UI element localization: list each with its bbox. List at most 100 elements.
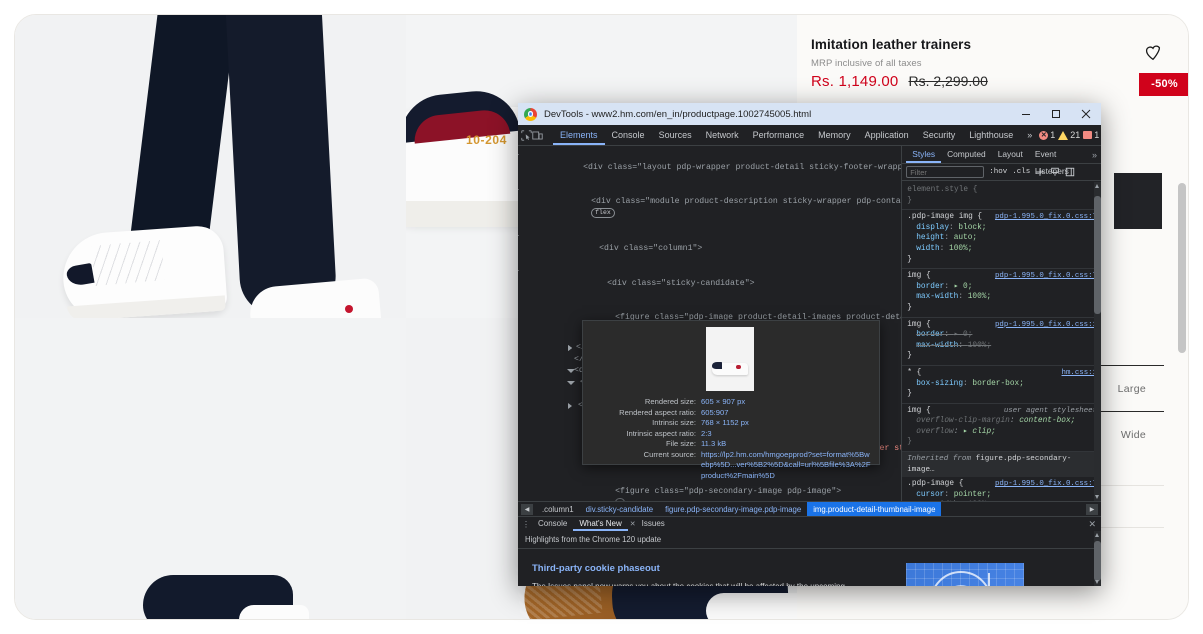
- tab-event-listeners[interactable]: Event Listeners: [1029, 146, 1092, 176]
- breadcrumb-item-sticky-candidate[interactable]: div.sticky-candidate: [580, 502, 659, 516]
- devtools-toolbar: Elements Console Sources Network Perform…: [518, 125, 1101, 146]
- tab-network[interactable]: Network: [699, 125, 746, 145]
- css-declaration[interactable]: overflow-clip-margin: content-box;: [907, 416, 1097, 427]
- css-declaration[interactable]: display: block;: [907, 223, 1097, 234]
- tab-elements[interactable]: Elements: [553, 125, 605, 145]
- dom-node[interactable]: <div class="layout pdp-wrapper product-d…: [518, 150, 901, 185]
- whats-new-header: Highlights from the Chrome 120 update: [518, 531, 1101, 550]
- error-counter[interactable]: ✕ 1: [1039, 130, 1055, 140]
- tab-application[interactable]: Application: [858, 125, 916, 145]
- scroll-up-arrow-icon[interactable]: [1095, 184, 1099, 188]
- drawer-more-options-icon[interactable]: ⋮: [520, 520, 532, 529]
- css-declaration[interactable]: max-width: 100%;: [907, 292, 1097, 303]
- error-icon: ✕: [1039, 130, 1049, 140]
- css-declaration[interactable]: width: 100%;: [907, 244, 1097, 255]
- css-selector: .pdp-image {: [907, 480, 964, 489]
- drawer-tab-console[interactable]: Console: [532, 517, 573, 531]
- tab-lighthouse[interactable]: Lighthouse: [962, 125, 1020, 145]
- breadcrumb-item-img[interactable]: img.product-detail-thumbnail-image: [807, 502, 942, 517]
- inspect-element-icon[interactable]: [521, 126, 532, 144]
- css-rule-overridden[interactable]: img { pdp-1.995.0_fix.0.css:1 border: ▸ …: [902, 318, 1101, 366]
- screenshot-root: 10-204 Imitation leather trainers MRP in…: [0, 0, 1203, 634]
- css-declaration[interactable]: max-width: 100%;: [907, 341, 1097, 352]
- close-button[interactable]: [1071, 103, 1101, 125]
- ellipsis-badge[interactable]: …: [615, 497, 625, 502]
- css-source-link[interactable]: pdp-1.995.0_fix.0.css:7: [995, 479, 1097, 490]
- breadcrumb-scroll-right-icon[interactable]: ▶: [1086, 503, 1098, 515]
- css-declaration[interactable]: max-width: 100%;: [907, 500, 1097, 502]
- css-rule[interactable]: element.style { }: [902, 183, 1101, 211]
- tab-layout[interactable]: Layout: [992, 146, 1029, 163]
- tab-console[interactable]: Console: [605, 125, 652, 145]
- hov-button[interactable]: :hov: [989, 168, 1007, 176]
- tab-overflow-chevron[interactable]: »: [1020, 125, 1039, 145]
- dom-tree-pane[interactable]: <div class="layout pdp-wrapper product-d…: [518, 146, 902, 502]
- breadcrumb-item-column1[interactable]: .column1: [536, 502, 580, 516]
- scroll-up-arrow-icon[interactable]: [1095, 533, 1099, 538]
- drawer-tab-whats-new[interactable]: What's New: [573, 517, 627, 531]
- css-declaration[interactable]: height: auto;: [907, 233, 1097, 244]
- favourite-heart-icon[interactable]: [1142, 41, 1164, 63]
- tab-memory[interactable]: Memory: [811, 125, 858, 145]
- dom-node[interactable]: <div class="sticky-candidate">: [518, 266, 901, 301]
- cls-button[interactable]: .cls: [1012, 168, 1030, 176]
- css-declaration[interactable]: border: ▸ 0;: [907, 330, 1097, 341]
- css-selector: img {: [907, 272, 931, 281]
- message-icon: [1083, 131, 1093, 139]
- css-rule[interactable]: .pdp-image img { pdp-1.995.0_fix.0.css:7…: [902, 210, 1101, 270]
- devtools-title-bar[interactable]: DevTools - www2.hm.com/en_in/productpage…: [518, 103, 1101, 125]
- device-toolbar-icon[interactable]: [532, 126, 543, 144]
- whats-new-scrollbar[interactable]: [1094, 531, 1101, 586]
- css-declaration[interactable]: cursor: pointer;: [907, 490, 1097, 501]
- css-source-link[interactable]: pdp-1.995.0_fix.0.css:1: [995, 320, 1097, 331]
- dom-node[interactable]: <div class="column1">: [518, 231, 901, 266]
- css-value: pointer;: [953, 490, 992, 499]
- tab-security[interactable]: Security: [916, 125, 963, 145]
- scroll-down-arrow-icon[interactable]: [1095, 580, 1099, 584]
- css-declaration[interactable]: border: ▸ 0;: [907, 282, 1097, 293]
- color-picker-icon[interactable]: [1050, 167, 1060, 177]
- styles-tabs-overflow-icon[interactable]: »: [1092, 150, 1101, 160]
- css-rule[interactable]: * { hm.css:1 box-sizing: border-box; }: [902, 366, 1101, 404]
- css-rule-user-agent[interactable]: img { user agent stylesheet overflow-cli…: [902, 404, 1101, 453]
- minimize-button[interactable]: [1011, 103, 1041, 125]
- css-source-link[interactable]: pdp-1.995.0_fix.0.css:7: [995, 212, 1097, 223]
- message-counter[interactable]: 1: [1083, 130, 1099, 140]
- whats-new-item-title[interactable]: Third-party cookie phaseout: [532, 563, 892, 574]
- css-rules-list[interactable]: element.style { } .pdp-image img { pdp-1…: [902, 181, 1101, 501]
- css-declaration[interactable]: overflow: ▸ clip;: [907, 427, 1097, 438]
- drawer-close-icon[interactable]: ✕: [1088, 519, 1101, 530]
- tab-performance[interactable]: Performance: [746, 125, 812, 145]
- new-style-rule-icon[interactable]: [1035, 167, 1045, 177]
- tab-styles[interactable]: Styles: [906, 146, 941, 163]
- css-rule[interactable]: img { pdp-1.995.0_fix.0.css:7 border: ▸ …: [902, 269, 1101, 318]
- dom-node[interactable]: <div class="module product-description s…: [518, 185, 901, 231]
- breadcrumb-scroll-left-icon[interactable]: ◀: [521, 503, 533, 515]
- tab-sources[interactable]: Sources: [652, 125, 699, 145]
- color-swatch-dark[interactable]: [1114, 173, 1162, 229]
- css-declaration[interactable]: box-sizing: border-box;: [907, 379, 1097, 390]
- css-value: ▸ clip;: [963, 427, 996, 436]
- shoe-code-label: 10-204: [466, 133, 507, 147]
- css-rule-inherited[interactable]: .pdp-image { pdp-1.995.0_fix.0.css:7 cur…: [902, 477, 1101, 501]
- scroll-down-arrow-icon[interactable]: [1095, 495, 1099, 500]
- gallery-image-3[interactable]: [15, 318, 406, 619]
- whats-new-video-thumbnail[interactable]: new: [906, 563, 1024, 586]
- breadcrumb-item-figure[interactable]: figure.pdp-secondary-image.pdp-image: [659, 502, 807, 516]
- error-count: 1: [1050, 130, 1056, 140]
- drawer-tab-issues[interactable]: Issues: [636, 517, 671, 531]
- sidebar-toggle-icon[interactable]: [1065, 167, 1075, 177]
- maximize-button[interactable]: [1041, 103, 1071, 125]
- flex-badge[interactable]: flex: [591, 207, 615, 218]
- warning-counter[interactable]: 21: [1058, 130, 1080, 140]
- gallery-image-1[interactable]: [15, 15, 406, 318]
- tab-computed[interactable]: Computed: [941, 146, 992, 163]
- css-source-link[interactable]: pdp-1.995.0_fix.0.css:7: [995, 271, 1097, 282]
- css-source-link[interactable]: hm.css:1: [1062, 368, 1097, 379]
- styles-scrollbar[interactable]: [1094, 182, 1101, 502]
- dom-line-text: <div class="column1">: [599, 243, 703, 253]
- page-scrollbar[interactable]: [1178, 183, 1186, 353]
- css-value: 100%;: [967, 341, 992, 350]
- css-selector: img {: [907, 406, 931, 415]
- styles-filter-input[interactable]: [906, 166, 985, 178]
